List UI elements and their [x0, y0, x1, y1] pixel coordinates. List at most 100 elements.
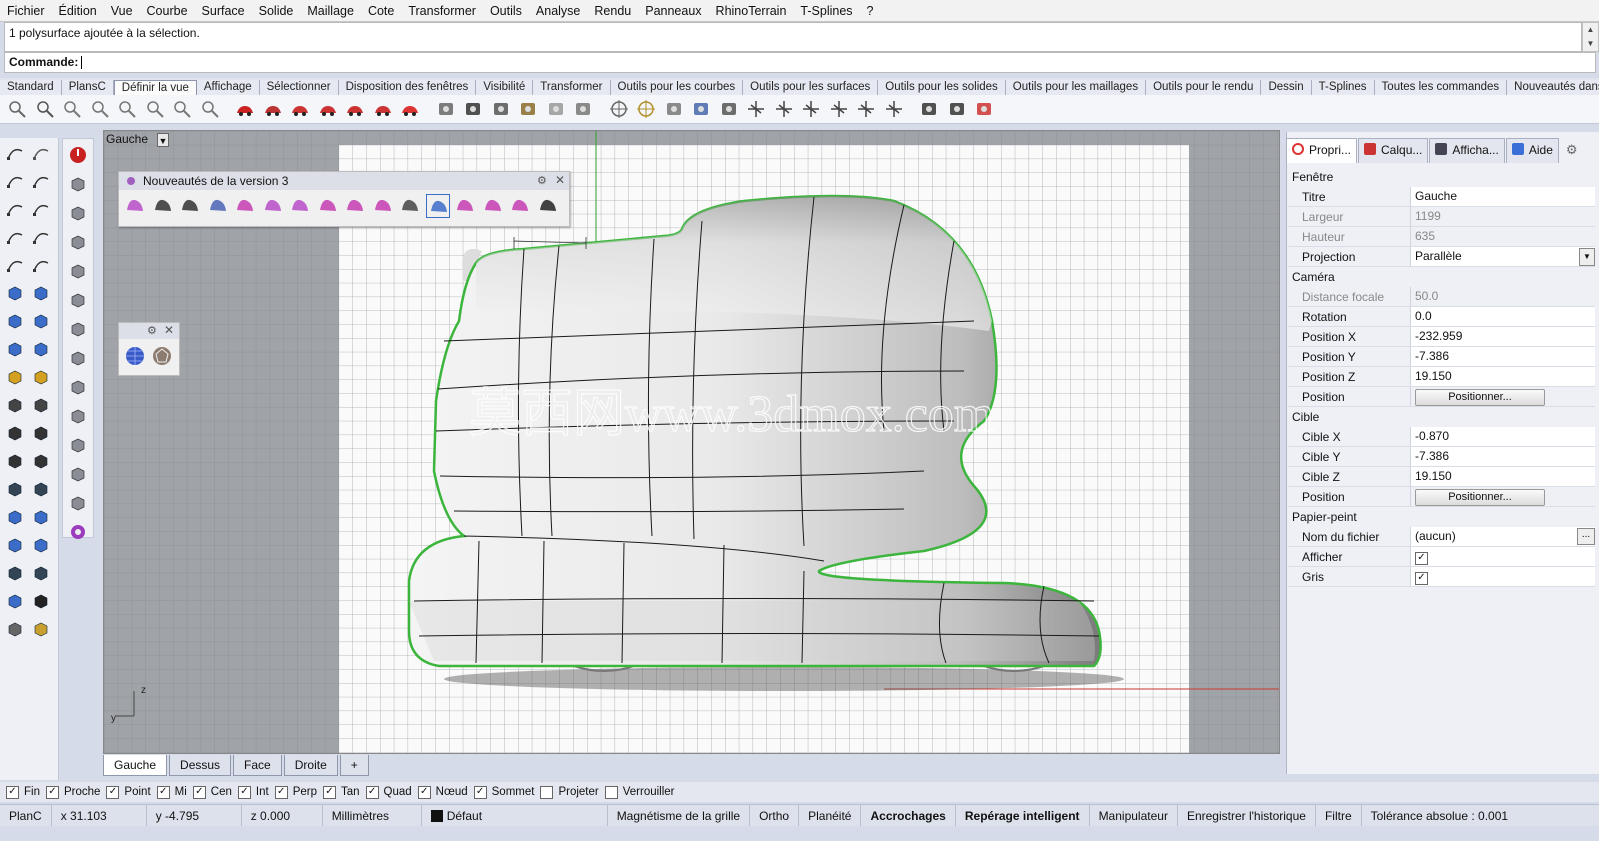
osnap-option[interactable]: ✓ Tan [322, 785, 360, 799]
ribbon-icon[interactable] [343, 194, 367, 218]
toolbar-tab[interactable]: Affichage [196, 80, 260, 95]
menu-item[interactable]: Vue [104, 4, 140, 18]
shade-icon[interactable] [68, 464, 88, 484]
split-icon[interactable] [31, 395, 51, 415]
viewport-tab[interactable]: Face [233, 755, 282, 776]
toolbar-tab[interactable]: Transformer [533, 80, 611, 95]
status-gumball[interactable]: Manipulateur [1090, 804, 1178, 827]
camera-setup-icon[interactable] [435, 98, 457, 120]
plane-5-icon[interactable] [855, 98, 877, 120]
loft-icon[interactable] [31, 283, 51, 303]
render-icon[interactable] [31, 535, 51, 555]
menu-item[interactable]: Cote [361, 4, 401, 18]
menu-item[interactable]: ? [860, 4, 881, 18]
osnap-option[interactable]: ✓ Fin [6, 785, 40, 799]
block-icon[interactable] [31, 507, 51, 527]
status-osnap[interactable]: Accrochages [861, 804, 956, 827]
osnap-checkbox[interactable]: ✓ [6, 785, 19, 799]
row-posx[interactable]: Position X -232.959 [1288, 327, 1595, 347]
row-afficher[interactable]: Afficher ✓ [1288, 547, 1595, 567]
axis-icon[interactable] [68, 261, 88, 281]
trim-icon[interactable] [5, 395, 25, 415]
fillet-solid-icon[interactable] [288, 194, 312, 218]
status-ortho[interactable]: Ortho [750, 804, 800, 827]
world-cplane-icon[interactable] [68, 203, 88, 223]
viewport-tab[interactable]: Droite [283, 755, 338, 776]
cplane-icon[interactable] [68, 174, 88, 194]
viewport-menu-dropdown[interactable]: ▼ [157, 133, 169, 147]
row-posy-value[interactable]: -7.386 [1410, 347, 1595, 366]
browse-file-button[interactable]: ... [1577, 528, 1595, 545]
tab-help[interactable]: Aide [1505, 138, 1559, 163]
row-rotation-value[interactable]: 0.0 [1410, 307, 1595, 326]
menu-item[interactable]: Transformer [401, 4, 483, 18]
osnap-option[interactable]: ✓ Sommet [473, 785, 534, 799]
row-posy[interactable]: Position Y -7.386 [1288, 347, 1595, 367]
gris-checkbox[interactable]: ✓ [1415, 572, 1428, 585]
osnap-checkbox[interactable]: ✓ [473, 785, 487, 799]
align-objects-icon[interactable] [425, 194, 450, 218]
cylinder-slice-icon[interactable] [206, 194, 230, 218]
point-icon[interactable] [31, 143, 51, 163]
row-rotation[interactable]: Rotation 0.0 [1288, 307, 1595, 327]
cylinder-icon[interactable] [5, 339, 25, 359]
status-history[interactable]: Enregistrer l'historique [1178, 804, 1316, 827]
tab-layers[interactable]: Calqu... [1358, 138, 1429, 163]
menu-item[interactable]: Courbe [140, 4, 195, 18]
rectangle-icon[interactable] [31, 227, 51, 247]
toolbar-tab[interactable]: Outils pour les maillages [1005, 80, 1147, 95]
extend-surface-icon[interactable] [261, 194, 285, 218]
box-icon[interactable] [5, 311, 25, 331]
osnap-checkbox[interactable]: ✓ [106, 785, 120, 799]
menu-item[interactable]: Panneaux [638, 4, 708, 18]
gear-purple-icon[interactable] [68, 522, 88, 542]
palette-gear-icon[interactable]: ⚙ [537, 174, 551, 188]
car-view-5-icon[interactable] [399, 98, 421, 120]
view-cylinder-icon[interactable] [262, 98, 284, 120]
target-2-icon[interactable] [635, 98, 657, 120]
sphere-icon[interactable] [31, 311, 51, 331]
palette-mesh[interactable]: ⚙ ✕ [118, 322, 180, 376]
row-titre-value[interactable]: Gauche [1410, 187, 1595, 206]
save-view-icon[interactable] [517, 98, 539, 120]
row-projection[interactable]: Projection Parallèle ▼ [1288, 247, 1595, 267]
toolbar-tab[interactable]: Nouveautés dans la V5 [1507, 80, 1599, 95]
car-view-4-icon[interactable] [372, 98, 394, 120]
toolbar-tab[interactable]: T-Splines [1311, 80, 1375, 95]
mesh-sphere-icon[interactable] [124, 345, 146, 367]
point-grid-icon[interactable] [151, 194, 175, 218]
layers-icon[interactable] [5, 535, 25, 555]
row-posz[interactable]: Position Z 19.150 [1288, 367, 1595, 387]
top-view-icon[interactable] [68, 290, 88, 310]
osnap-checkbox[interactable]: ✓ [365, 785, 379, 799]
toolbar-tab[interactable]: Outils pour les courbes [610, 80, 744, 95]
status-smarttrack[interactable]: Repérage intelligent [956, 804, 1090, 827]
palette-close-icon[interactable]: ✕ [555, 173, 569, 187]
menu-item[interactable]: RhinoTerrain [709, 4, 794, 18]
grid-icon[interactable] [68, 493, 88, 513]
osnap-option[interactable]: ✓ Mi [156, 785, 187, 799]
status-planar[interactable]: Planéité [799, 804, 862, 827]
toolbar-tab[interactable]: Standard [0, 80, 62, 95]
pan-icon[interactable] [6, 98, 28, 120]
toolbar-tab[interactable]: Outils pour les solides [878, 80, 1006, 95]
palette-new-v3[interactable]: Nouveautés de la version 3 ⚙ ✕ [118, 171, 570, 227]
row-ciblez[interactable]: Cible Z 19.150 [1288, 467, 1595, 487]
toolbar-tab[interactable]: Outils pour le rendu [1146, 80, 1262, 95]
array-icon[interactable] [31, 451, 51, 471]
car-view-3-icon[interactable] [344, 98, 366, 120]
offset-icon[interactable] [5, 451, 25, 471]
grid-array-icon[interactable] [5, 563, 25, 583]
plane-1-icon[interactable] [745, 98, 767, 120]
zoom-dynamic-icon[interactable] [61, 98, 83, 120]
history-scrollbar[interactable]: ▲ ▼ [1582, 22, 1599, 52]
light-bulb-icon[interactable] [545, 98, 567, 120]
blend-edge-icon[interactable] [123, 194, 147, 218]
osnap-option[interactable]: Verrouiller [604, 785, 675, 799]
view-red-icon[interactable] [234, 98, 256, 120]
menu-item[interactable]: T-Splines [793, 4, 859, 18]
row-ciblex-value[interactable]: -0.870 [1410, 427, 1595, 446]
align-icon[interactable] [31, 563, 51, 583]
polyline-icon[interactable] [5, 171, 25, 191]
dimension-icon[interactable] [31, 479, 51, 499]
